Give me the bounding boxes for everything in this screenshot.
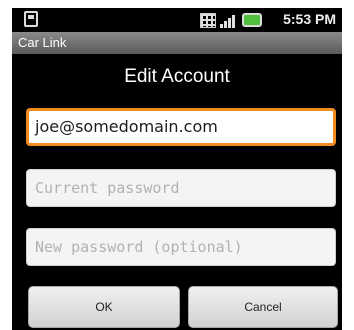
cancel-button[interactable]: Cancel [188,286,338,328]
status-time: 5:53 PM [283,11,336,27]
app-title-bar: Car Link [12,32,342,54]
dialog-title: Edit Account [124,66,230,87]
current-password-field[interactable]: Current password [26,169,336,207]
phone-screen: 5:53 PM Car Link Edit Account joe@somedo… [12,8,342,330]
new-password-field[interactable]: New password (optional) [26,228,336,266]
ok-button[interactable]: OK [28,286,180,328]
battery-icon [242,13,262,27]
network-grid-icon [200,12,216,28]
email-field[interactable]: joe@somedomain.com [26,108,336,146]
sim-card-icon [24,11,38,27]
status-icons [200,12,262,28]
signal-icon [220,13,238,28]
status-bar: 5:53 PM [12,8,342,32]
